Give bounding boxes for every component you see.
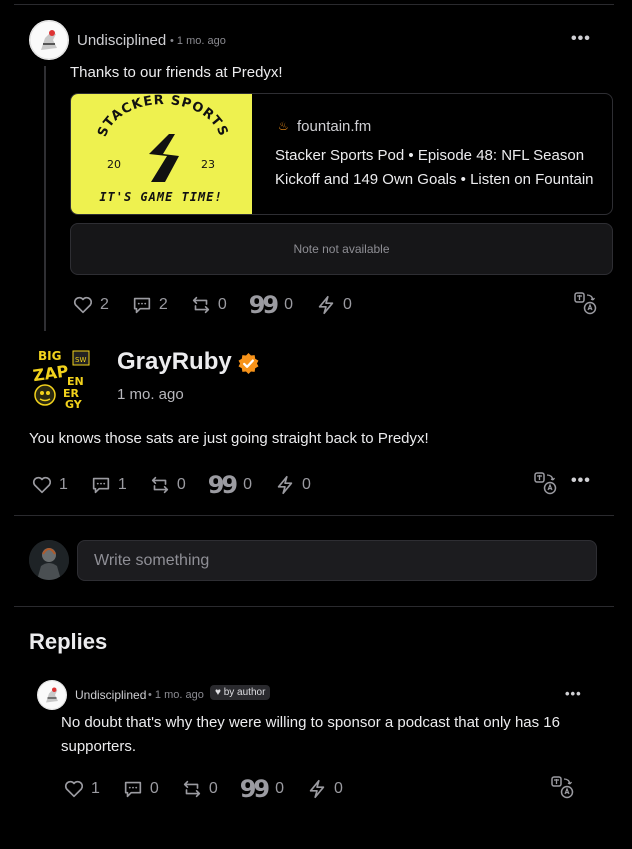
zap-count: 0 — [343, 296, 352, 313]
zap-button[interactable]: 0 — [306, 778, 343, 800]
reply-button[interactable]: 0 — [122, 778, 159, 800]
zap-count: 0 — [302, 476, 311, 493]
reply-text-line2: supporters. — [61, 738, 137, 755]
repost-count: 0 — [217, 296, 227, 313]
like-count: 1 — [59, 476, 68, 493]
repost-button[interactable]: 0 — [190, 294, 227, 316]
repost-count: 0 — [176, 476, 186, 493]
like-button[interactable]: 1 — [31, 474, 68, 496]
quote-count: 0 — [275, 780, 285, 797]
link-domain: fountain.fm — [297, 118, 372, 135]
zap-count: 0 — [334, 780, 343, 797]
quote-button[interactable]: 99 0 — [240, 775, 284, 803]
top-divider — [14, 4, 614, 5]
post-time[interactable]: 1 mo. ago — [117, 386, 184, 403]
cover-year-left: 20 — [107, 158, 121, 171]
heart-icon — [64, 780, 84, 798]
cover-bottom-text: IT'S GAME TIME! — [99, 190, 222, 204]
post-time[interactable]: • 1 mo. ago — [170, 35, 226, 47]
reply-count: 1 — [117, 476, 127, 493]
author-avatar[interactable]: BIG ZAP EN ER GY SW — [29, 345, 93, 409]
zap-icon — [318, 295, 334, 315]
like-count: 2 — [100, 296, 109, 313]
reply-button[interactable]: 2 — [131, 294, 168, 316]
more-icon[interactable]: ••• — [565, 686, 582, 701]
repost-icon — [183, 780, 200, 798]
author-name[interactable]: GrayRuby — [117, 348, 232, 376]
quote-button[interactable]: 99 0 — [249, 291, 293, 319]
replies-heading: Replies — [29, 629, 108, 654]
podcast-cover-image: STACKER SPORTS 20 23 IT'S GAME TIME! — [71, 94, 252, 214]
comment-icon — [92, 477, 110, 494]
author-avatar[interactable] — [29, 20, 69, 60]
heart-icon — [73, 296, 93, 314]
zap-icon — [277, 475, 293, 495]
comment-icon — [124, 781, 142, 798]
like-button[interactable]: 1 — [63, 778, 100, 800]
translate-button[interactable] — [573, 291, 597, 320]
heart-icon — [32, 476, 52, 494]
repost-icon — [151, 476, 168, 494]
cover-year-right: 23 — [201, 158, 215, 171]
reply-button[interactable]: 1 — [90, 474, 127, 496]
translate-button[interactable] — [550, 775, 574, 804]
translate-icon — [574, 292, 597, 315]
zap-button[interactable]: 0 — [315, 294, 352, 316]
quote-icon: 99 — [207, 471, 238, 499]
avatar-word-6: SW — [75, 356, 86, 364]
reply-time[interactable]: • 1 mo. ago — [148, 689, 204, 701]
divider — [14, 515, 614, 516]
reply-input-placeholder: Write something — [94, 551, 210, 569]
divider — [14, 606, 614, 607]
note-unavailable-text: Note not available — [293, 242, 390, 256]
note-unavailable: Note not available — [70, 223, 613, 275]
zap-icon — [309, 779, 325, 799]
like-button[interactable]: 2 — [72, 294, 109, 316]
link-title-line2: Kickoff and 149 Own Goals • Listen on Fo… — [275, 171, 594, 188]
more-icon[interactable]: ••• — [571, 30, 591, 48]
quote-button[interactable]: 99 0 — [208, 471, 252, 499]
zap-button[interactable]: 0 — [274, 474, 311, 496]
post-text: You knows those sats are just going stra… — [29, 430, 429, 447]
translate-icon — [534, 472, 557, 495]
reply-author-name[interactable]: Undisciplined — [75, 688, 146, 702]
reply-count: 0 — [149, 780, 159, 797]
reply-author-avatar[interactable] — [37, 680, 67, 710]
liked-by-author-badge: ♥ by author — [210, 685, 271, 700]
post-actions: 1 1 0 99 0 0 — [31, 471, 333, 499]
translate-icon — [551, 776, 574, 799]
post-text: Thanks to our friends at Predyx! — [70, 64, 283, 81]
repost-count: 0 — [208, 780, 218, 797]
author-name[interactable]: Undisciplined — [77, 32, 166, 49]
post-actions: 2 2 0 99 0 0 — [72, 291, 374, 319]
quote-count: 0 — [284, 296, 294, 313]
avatar-word-5: GY — [65, 398, 83, 409]
link-preview-card[interactable]: STACKER SPORTS 20 23 IT'S GAME TIME! ♨ f… — [70, 93, 613, 215]
thread-line — [44, 66, 46, 331]
user-avatar[interactable] — [29, 540, 69, 580]
translate-button[interactable] — [533, 471, 557, 500]
reply-input[interactable]: Write something — [77, 540, 597, 581]
reply-text-line1: No doubt that's why they were willing to… — [61, 714, 560, 731]
quote-count: 0 — [243, 476, 253, 493]
repost-button[interactable]: 0 — [149, 474, 186, 496]
quote-icon: 99 — [248, 291, 279, 319]
verified-icon — [237, 352, 260, 380]
like-count: 1 — [91, 780, 100, 797]
repost-button[interactable]: 0 — [181, 778, 218, 800]
comment-icon — [133, 297, 151, 314]
avatar-word-1: BIG — [38, 349, 61, 363]
reply-actions: 1 0 0 99 0 0 — [63, 775, 365, 803]
quote-icon: 99 — [239, 775, 270, 803]
reply-count: 2 — [158, 296, 168, 313]
repost-icon — [192, 296, 209, 314]
reply-time-text: 1 mo. ago — [154, 689, 204, 701]
link-title-line1: Stacker Sports Pod • Episode 48: NFL Sea… — [275, 147, 585, 164]
fountain-icon: ♨ — [278, 119, 289, 133]
post-time-text: 1 mo. ago — [176, 35, 226, 47]
more-icon[interactable]: ••• — [571, 472, 591, 490]
